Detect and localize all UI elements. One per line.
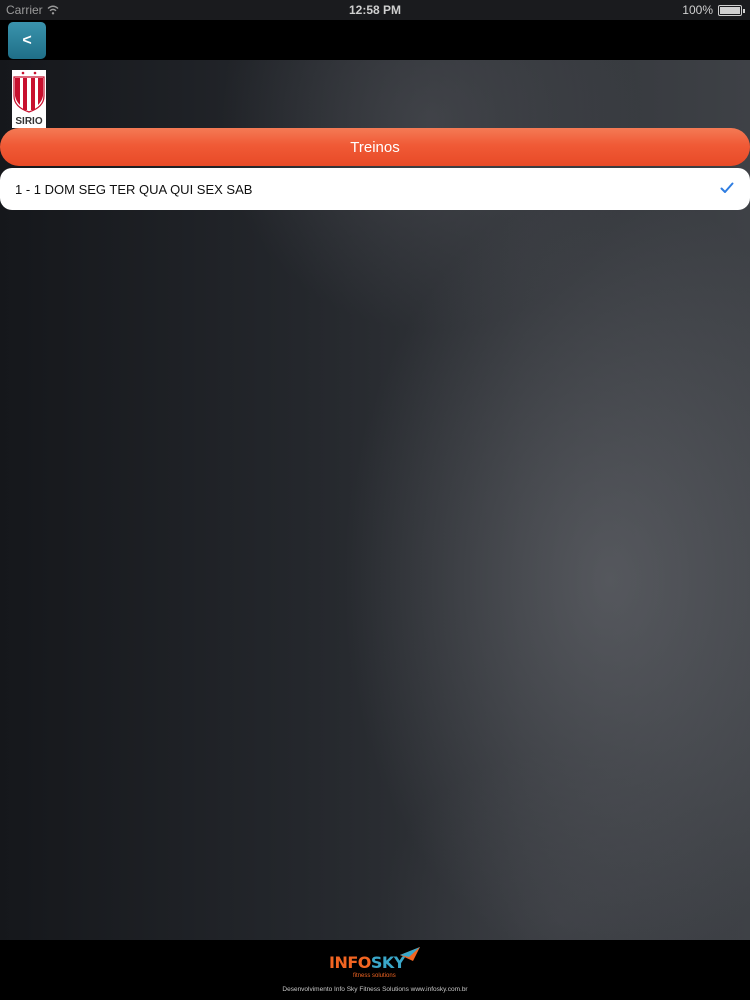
back-button[interactable]: < <box>8 22 46 59</box>
status-time: 12:58 PM <box>348 3 402 17</box>
infosky-logo: INFOSKY fitness solutions <box>329 946 421 980</box>
battery-percent: 100% <box>682 3 713 17</box>
brand-subtitle: fitness solutions <box>353 973 396 979</box>
footer-credit: Desenvolvimento Info Sky Fitness Solutio… <box>282 986 468 993</box>
sirio-logo: SIRIO <box>12 70 46 128</box>
brand-name: INFOSKY <box>329 954 405 972</box>
battery-icon <box>718 4 745 16</box>
list-item-label: 1 - 1 DOM SEG TER QUA QUI SEX SAB <box>15 181 253 197</box>
status-bar: Carrier 12:58 PM 100% <box>0 0 750 20</box>
status-battery-group: 100% <box>682 3 745 17</box>
paper-plane-icon <box>400 947 420 961</box>
checkmark-icon <box>720 182 734 193</box>
logo-text: SIRIO <box>15 116 42 127</box>
navigation-bar: < <box>0 20 750 60</box>
main-content: SIRIO Treinos 1 - 1 DOM SEG TER QUA QUI … <box>0 60 750 940</box>
brand-primary: INFO <box>329 953 371 972</box>
section-header: Treinos <box>0 128 750 166</box>
list-item[interactable]: 1 - 1 DOM SEG TER QUA QUI SEX SAB <box>0 168 750 210</box>
section-title: Treinos <box>350 138 400 156</box>
sirio-logo-image: SIRIO <box>12 70 46 128</box>
footer: INFOSKY fitness solutions Desenvolviment… <box>0 940 750 1000</box>
